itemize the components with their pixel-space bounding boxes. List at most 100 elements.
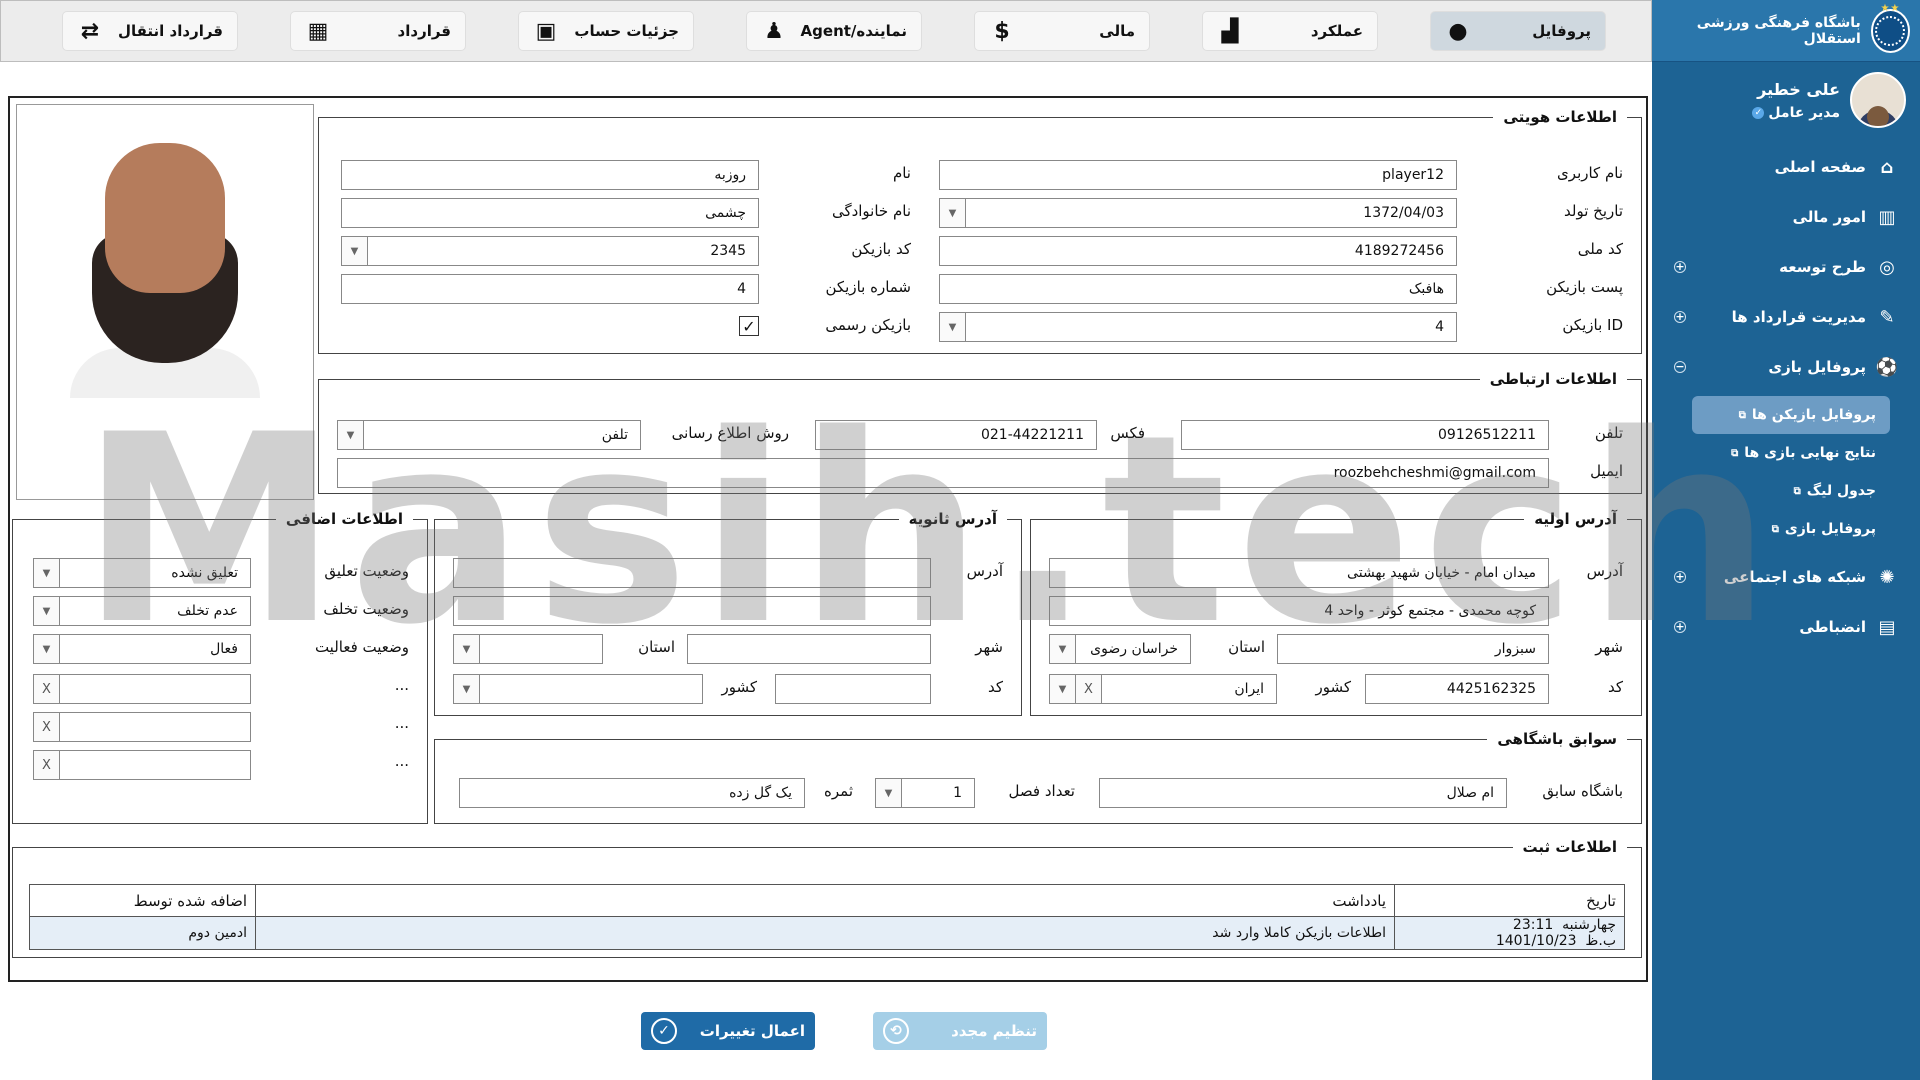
user-role: مدیر عامل ✓	[1752, 105, 1840, 121]
chevron-down-icon[interactable]: ▼	[1050, 675, 1076, 703]
previous-club-label: باشگاه سابق	[1542, 782, 1623, 800]
expand-icon[interactable]: +	[1674, 261, 1686, 273]
result-label: ثمره	[824, 782, 853, 800]
official-player-checkbox[interactable]: ✓	[739, 316, 759, 336]
last-name-label: نام خانوادگی	[831, 202, 911, 220]
extra-info-legend: اطلاعات اضافی	[285, 510, 403, 528]
result-field[interactable]: یک گل زده	[459, 778, 805, 808]
chevron-down-icon[interactable]: ▼	[940, 313, 966, 341]
sidebar-item-home[interactable]: ⌂ صفحه اصلی	[1652, 142, 1920, 192]
external-link-icon: ⧉	[1738, 409, 1746, 421]
previous-club-field[interactable]: ام صلال	[1099, 778, 1507, 808]
address-line2-field[interactable]	[453, 596, 931, 626]
collapse-icon[interactable]: −	[1674, 361, 1686, 373]
province-select[interactable]: ▼	[453, 634, 603, 664]
email-field[interactable]: roozbehcheshmi@gmail.com	[337, 458, 1549, 488]
club-history-legend: سوابق باشگاهی	[1497, 730, 1617, 748]
city-field[interactable]: سبزوار	[1277, 634, 1549, 664]
sidebar-subitem-league-table[interactable]: جدول لیگ ⧉	[1680, 472, 1890, 510]
tab-performance[interactable]: عملکرد ▟	[1203, 12, 1377, 50]
tab-finance[interactable]: مالی $	[975, 12, 1149, 50]
chevron-down-icon[interactable]: ▼	[454, 635, 480, 663]
reset-button[interactable]: تنظیم مجدد ⟲	[873, 1012, 1047, 1050]
tab-transfer-contract[interactable]: قرارداد انتقال ⇄	[63, 12, 237, 50]
target-icon: ◎	[1879, 256, 1895, 278]
expand-icon[interactable]: +	[1674, 311, 1686, 323]
activity-select[interactable]: فعال ▼	[33, 634, 251, 664]
last-name-field[interactable]: چشمی	[341, 198, 759, 228]
shirt-number-field[interactable]: 4	[341, 274, 759, 304]
sidebar-item-finance[interactable]: ▥ امور مالی	[1652, 192, 1920, 242]
sidebar-item-development[interactable]: ◎ طرح توسعه +	[1652, 242, 1920, 292]
network-icon: ✺	[1879, 566, 1895, 588]
chevron-down-icon[interactable]: ▼	[454, 675, 480, 703]
secondary-address-section: آدرس ثانویه آدرس شهر استان ▼ کد کشور ▼	[434, 510, 1022, 716]
transfer-icon: ⇄	[80, 18, 100, 44]
country-select[interactable]: ایران X ▼	[1049, 674, 1277, 704]
user-icon: ●	[1448, 18, 1468, 44]
first-name-field[interactable]: روزبه	[341, 160, 759, 190]
note-cell: اطلاعات بازیکن کاملا وارد شد	[255, 916, 1395, 950]
check-circle-icon: ✓	[651, 1018, 677, 1044]
postal-code-field[interactable]: 4425162325	[1365, 674, 1549, 704]
player-code-select[interactable]: 2345 ▼	[341, 236, 759, 266]
player-id-select[interactable]: 4 ▼	[939, 312, 1457, 342]
clear-icon[interactable]: X	[34, 751, 60, 779]
address-line1-field[interactable]: میدان امام - خیابان شهید بهشتی	[1049, 558, 1549, 588]
apply-changes-button[interactable]: اعمال تغییرات ✓	[641, 1012, 815, 1050]
expand-icon[interactable]: +	[1674, 571, 1686, 583]
sidebar-item-contracts[interactable]: ✎ مدیریت قرارداد ها +	[1652, 292, 1920, 342]
clear-icon[interactable]: X	[1076, 675, 1102, 703]
postal-code-field[interactable]	[775, 674, 931, 704]
seasons-select[interactable]: 1 ▼	[875, 778, 975, 808]
chevron-down-icon[interactable]: ▼	[34, 597, 60, 625]
user-profile[interactable]: علی خطیر مدیر عامل ✓	[1652, 62, 1920, 138]
extra-field-2[interactable]: X	[33, 712, 251, 742]
table-row[interactable]: چهارشنبه 23:11 ب.ظ 1401/10/23 اطلاعات با…	[29, 916, 1625, 950]
email-label: ایمیل	[1590, 462, 1623, 480]
profile-form: اطلاعات هویتی نام کاربری player12 نام رو…	[8, 96, 1648, 982]
tab-account-details[interactable]: جزئیات حساب ▣	[519, 12, 693, 50]
address-line1-field[interactable]	[453, 558, 931, 588]
fax-field[interactable]: 021-44221211	[815, 420, 1097, 450]
sidebar-item-discipline[interactable]: ▤ انضباطی +	[1652, 602, 1920, 652]
chevron-down-icon[interactable]: ▼	[876, 779, 902, 807]
tab-agent[interactable]: نماینده/Agent ♟	[747, 12, 921, 50]
sidebar-subitem-game-profile[interactable]: پروفایل بازی ⧉	[1680, 510, 1890, 548]
player-photo[interactable]	[16, 104, 314, 500]
position-label: پست بازیکن	[1546, 278, 1623, 296]
country-select[interactable]: ▼	[453, 674, 703, 704]
province-select[interactable]: خراسان رضوی ▼	[1049, 634, 1191, 664]
suspension-select[interactable]: تعلیق نشده ▼	[33, 558, 251, 588]
position-field[interactable]: هافبک	[939, 274, 1457, 304]
phone-field[interactable]: 09126512211	[1181, 420, 1549, 450]
clear-icon[interactable]: X	[34, 675, 60, 703]
chevron-down-icon[interactable]: ▼	[342, 237, 368, 265]
chevron-down-icon[interactable]: ▼	[940, 199, 966, 227]
brand-name: باشگاه فرهنگی ورزشی استقلال	[1696, 14, 1861, 47]
sidebar-subitem-results[interactable]: نتایج نهایی بازی ها ⧉	[1680, 434, 1890, 472]
extra-field-3[interactable]: X	[33, 750, 251, 780]
username-field[interactable]: player12	[939, 160, 1457, 190]
city-field[interactable]	[687, 634, 931, 664]
tab-profile[interactable]: پروفایل ●	[1431, 12, 1605, 50]
chevron-down-icon[interactable]: ▼	[34, 635, 60, 663]
tab-contract[interactable]: قرارداد ▦	[291, 12, 465, 50]
sidebar-item-game-profile[interactable]: ⚽ پروفایل بازی −	[1652, 342, 1920, 392]
clear-icon[interactable]: X	[34, 713, 60, 741]
chevron-down-icon[interactable]: ▼	[338, 421, 364, 449]
sidebar-subitem-player-profiles[interactable]: پروفایل بازیکن ها ⧉	[1692, 396, 1890, 434]
notify-method-select[interactable]: تلفن ▼	[337, 420, 641, 450]
address-line2-field[interactable]: کوچه محمدی - مجتمع کوثر - واحد 4	[1049, 596, 1549, 626]
identity-section: اطلاعات هویتی نام کاربری player12 نام رو…	[318, 108, 1642, 354]
column-header-note: یادداشت	[255, 884, 1395, 917]
violation-select[interactable]: عدم تخلف ▼	[33, 596, 251, 626]
expand-icon[interactable]: +	[1674, 621, 1686, 633]
chevron-down-icon[interactable]: ▼	[1050, 635, 1076, 663]
national-id-field[interactable]: 4189272456	[939, 236, 1457, 266]
club-history-section: سوابق باشگاهی باشگاه سابق ام صلال تعداد …	[434, 730, 1642, 824]
extra-field-1[interactable]: X	[33, 674, 251, 704]
birth-date-picker[interactable]: 1372/04/03 ▼	[939, 198, 1457, 228]
chevron-down-icon[interactable]: ▼	[34, 559, 60, 587]
sidebar-item-social[interactable]: ✺ شبکه های اجتماعی +	[1652, 552, 1920, 602]
